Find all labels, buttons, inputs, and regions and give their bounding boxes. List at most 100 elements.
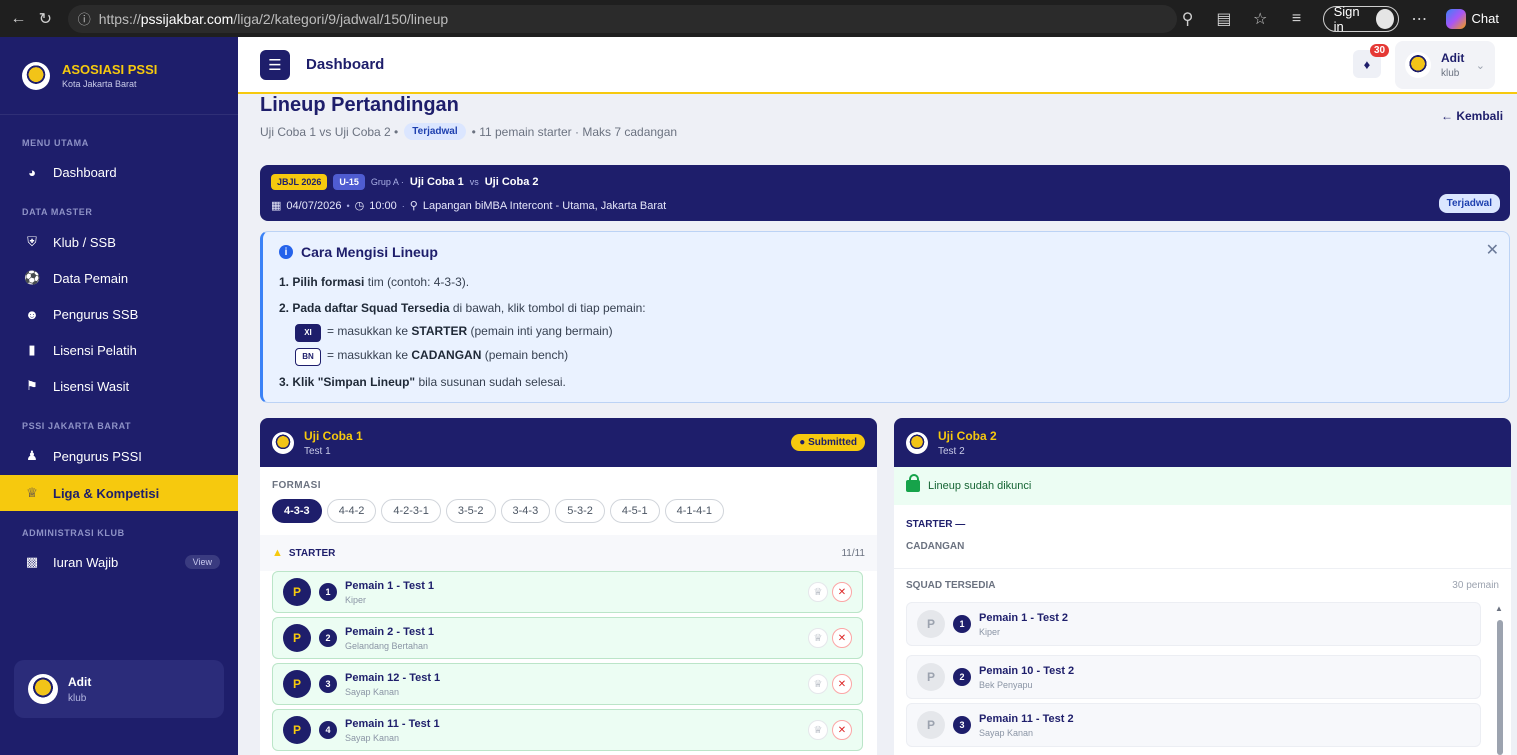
header-user-name: Adit <box>1441 51 1465 65</box>
formation-chip[interactable]: 5-3-2 <box>555 499 605 523</box>
formation-chip[interactable]: 3-4-3 <box>500 499 551 523</box>
brand[interactable]: ASOSIASI PSSI Kota Jakarta Barat <box>0 37 238 115</box>
sidebar-item-pengurus-pssi[interactable]: ♟ Pengurus PSSI <box>0 438 238 474</box>
separator-dot: · <box>401 200 405 211</box>
captain-crown-icon[interactable]: ♕ <box>808 628 828 648</box>
sidebar-user-card[interactable]: Adit klub <box>14 660 224 718</box>
position-badge: P <box>917 711 945 739</box>
starter-count: 11/11 <box>841 547 865 559</box>
player-role: Kiper <box>979 626 1001 637</box>
formasi-label: FORMASI <box>272 480 321 491</box>
captain-crown-icon[interactable]: ♕ <box>808 582 828 602</box>
starter-player-row: P 4 Pemain 11 - Test 1 Sayap Kanan ♕ ✕ <box>272 709 863 751</box>
remove-player-icon[interactable]: ✕ <box>832 628 852 648</box>
users-icon: ☻ <box>25 306 39 322</box>
section-admin-klub: ADMINISTRASI KLUB <box>22 528 125 538</box>
remove-player-icon[interactable]: ✕ <box>832 720 852 740</box>
formation-chip[interactable]: 4-2-3-1 <box>381 499 441 523</box>
sidebar-item-dashboard[interactable]: ◕ Dashboard <box>0 154 238 190</box>
section-pssi: PSSI JAKARTA BARAT <box>22 421 132 431</box>
formation-chip[interactable]: 4-4-2 <box>326 499 377 523</box>
starter-label: STARTER <box>288 547 336 559</box>
sidebar-item-iuran[interactable]: ▩ Iuran Wajib View <box>0 544 238 580</box>
scroll-up-arrow[interactable]: ▲ <box>1495 604 1503 613</box>
back-arrow-icon[interactable]: ← <box>8 8 29 30</box>
player-name: Pemain 11 - Test 1 <box>345 717 440 730</box>
team-card-away: Uji Coba 2 Test 2 Lineup sudah dikunci S… <box>894 418 1511 755</box>
more-menu-icon[interactable]: ⋯ <box>1409 8 1429 30</box>
sidebar-item-label: Pengurus PSSI <box>53 448 142 464</box>
page-title: Lineup Pertandingan <box>260 94 459 116</box>
team-sub: Test 2 <box>938 445 965 457</box>
sign-in-button[interactable]: Sign in <box>1322 4 1400 34</box>
lock-icon <box>906 474 920 492</box>
url-path: /liga/2/kategori/9/jadwal/150/lineup <box>233 10 449 27</box>
squad-player-row: P 2 Pemain 10 - Test 2 Bek Penyapu <box>906 655 1481 699</box>
view-badge: View <box>184 555 220 569</box>
starter-header: ▲ STARTER 11/11 <box>260 535 877 571</box>
jersey-number: 1 <box>319 583 337 601</box>
help-step-2: 2. Pada daftar Squad Tersedia di bawah, … <box>279 301 646 315</box>
scrollbar-thumb[interactable] <box>1497 620 1503 755</box>
home-team: Uji Coba 1 <box>409 176 464 188</box>
player-name: Pemain 10 - Test 2 <box>979 664 1075 677</box>
remove-player-icon[interactable]: ✕ <box>832 674 852 694</box>
formation-chip[interactable]: 4-3-3 <box>272 499 322 523</box>
copilot-chat-button[interactable]: Chat <box>1445 8 1509 29</box>
zoom-icon[interactable]: ⚲ <box>1178 8 1198 30</box>
brand-subtitle: Kota Jakarta Barat <box>62 79 137 89</box>
away-team: Uji Coba 2 <box>484 176 539 188</box>
notification-count: 30 <box>1370 44 1390 57</box>
address-bar[interactable]: ⓘ https://pssijakbar.com/liga/2/kategori… <box>67 4 1178 33</box>
lineup-locked-notice: Lineup sudah dikunci <box>894 467 1511 505</box>
sidebar-item-label: Liga & Kompetisi <box>53 485 160 501</box>
copilot-label: Chat <box>1471 11 1499 26</box>
player-role: Gelandang Bertahan <box>345 640 429 651</box>
shirt-icon: ▲ <box>272 547 283 559</box>
sidebar-item-liga[interactable]: ♕ Liga & Kompetisi <box>0 475 238 511</box>
sidebar-item-lisensi-wasit[interactable]: ⚑ Lisensi Wasit <box>0 368 238 404</box>
close-icon[interactable]: ✕ <box>1486 240 1499 260</box>
reload-icon[interactable]: ↻ <box>35 8 56 30</box>
sidebar-item-pengurus-ssb[interactable]: ☻ Pengurus SSB <box>0 296 238 332</box>
captain-crown-icon[interactable]: ♕ <box>808 674 828 694</box>
reader-icon[interactable]: ▤ <box>1214 8 1234 30</box>
sidebar-item-label: Data Pemain <box>53 270 129 286</box>
copilot-icon <box>1445 8 1466 29</box>
formation-chip[interactable]: 3-5-2 <box>445 499 496 523</box>
user-menu[interactable]: Adit klub ⌄ <box>1395 41 1495 89</box>
jersey-number: 2 <box>319 629 337 647</box>
arrow-left-icon: ← <box>1441 109 1453 123</box>
sidebar-item-label: Lisensi Wasit <box>53 378 130 394</box>
help-title: Cara Mengisi Lineup <box>301 244 438 260</box>
player-name: Pemain 1 - Test 1 <box>345 579 435 592</box>
chevron-down-icon: ⌄ <box>1475 59 1485 72</box>
starter-label: STARTER — <box>906 519 966 530</box>
back-button[interactable]: ← Kembali <box>1441 109 1503 123</box>
captain-crown-icon[interactable]: ♕ <box>808 720 828 740</box>
user-role: klub <box>68 692 87 704</box>
sidebar-item-data-pemain[interactable]: ⚽ Data Pemain <box>0 260 238 296</box>
site-info-icon[interactable]: ⓘ <box>78 9 91 28</box>
notification-button[interactable]: ♦ 30 <box>1353 44 1390 78</box>
football-icon: ⚽ <box>24 270 41 285</box>
menu-toggle-button[interactable]: ☰ <box>260 49 290 80</box>
collections-icon[interactable]: ≡ <box>1286 8 1306 30</box>
sidebar-item-lisensi-pelatih[interactable]: ▮ Lisensi Pelatih <box>0 332 238 368</box>
match-status-badge: Terjadwal <box>1438 194 1500 213</box>
help-xi-line: XI = masukkan ke STARTER (pemain inti yan… <box>295 324 613 342</box>
position-badge: P <box>917 663 945 691</box>
formation-chip[interactable]: 4-1-4-1 <box>664 499 725 523</box>
formation-chip[interactable]: 4-5-1 <box>609 499 660 523</box>
clock-icon: ◷ <box>354 200 365 212</box>
shield-icon: ⛨ <box>27 234 37 249</box>
top-header: ☰ Dashboard ♦ 30 Adit klub ⌄ <box>238 37 1517 94</box>
sidebar-item-klub[interactable]: ⛨ Klub / SSB <box>0 224 238 260</box>
header-user-role: klub <box>1441 68 1460 79</box>
remove-player-icon[interactable]: ✕ <box>832 582 852 602</box>
sidebar-item-label: Dashboard <box>53 164 117 180</box>
favorite-star-icon[interactable]: ☆ <box>1250 8 1270 30</box>
submitted-badge: ● Submitted <box>791 434 865 451</box>
flag-icon: ⚑ <box>26 378 38 393</box>
squad-label: SQUAD TERSEDIA <box>906 580 996 591</box>
